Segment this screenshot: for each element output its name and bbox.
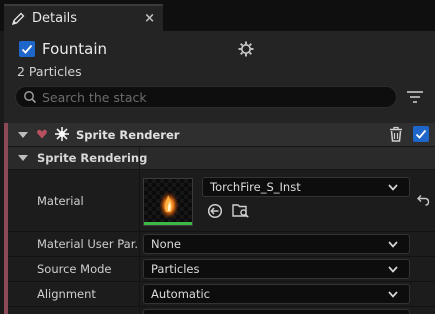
column-divider (139, 232, 140, 256)
emitter-header: Fountain 2 Particles (4, 31, 435, 123)
property-label: Material (37, 194, 84, 208)
column-divider (139, 147, 140, 169)
checkmark-icon (21, 44, 33, 54)
property-label: Material User Par... (37, 237, 137, 251)
chevron-down-icon (388, 241, 398, 248)
category-sprite-rendering[interactable]: Sprite Rendering (8, 147, 435, 169)
column-divider (139, 307, 140, 314)
property-label: Source Mode (37, 262, 112, 276)
column-divider (139, 282, 140, 306)
module-header[interactable]: Sprite Renderer (8, 123, 435, 146)
tab-details[interactable]: Details × (4, 4, 163, 31)
filter-icon[interactable] (406, 89, 424, 105)
source-mode-dropdown[interactable]: Particles (143, 259, 410, 279)
alignment-dropdown[interactable]: Automatic (143, 284, 410, 304)
dropdown-value: Particles (151, 262, 200, 276)
renderer-heart-icon (37, 129, 47, 139)
close-tab-button[interactable]: × (144, 11, 155, 26)
browse-asset-icon[interactable] (232, 202, 250, 219)
use-selected-asset-icon[interactable] (207, 203, 223, 219)
search-box[interactable] (15, 86, 397, 108)
tab-bar: Details × (0, 0, 435, 31)
search-icon (24, 91, 37, 104)
next-row-dropdown[interactable] (143, 309, 410, 314)
sprite-burst-icon (55, 127, 69, 141)
category-label: Sprite Rendering (37, 151, 148, 165)
material-value: TorchFire_S_Inst (210, 180, 301, 194)
module-enabled-checkbox[interactable] (413, 126, 429, 142)
fire-thumbnail-image (144, 179, 192, 224)
column-divider (139, 257, 140, 281)
chevron-down-icon (388, 184, 398, 191)
dropdown-value: Automatic (151, 287, 210, 301)
module-title: Sprite Renderer (76, 128, 180, 142)
material-user-param-dropdown[interactable]: None (143, 234, 410, 254)
column-divider (139, 170, 140, 231)
checkmark-icon (415, 129, 427, 139)
pencil-icon (11, 12, 25, 25)
tab-title: Details (32, 11, 78, 26)
chevron-down-icon (388, 291, 398, 298)
reset-to-default-icon[interactable] (417, 194, 430, 206)
emitter-name: Fountain (42, 40, 108, 58)
search-input[interactable] (42, 89, 382, 105)
gear-icon[interactable] (237, 40, 255, 58)
category-collapse-arrow-icon[interactable] (18, 155, 28, 161)
property-label: Alignment (37, 287, 96, 301)
material-thumbnail[interactable] (143, 178, 193, 226)
particle-count: 2 Particles (17, 64, 82, 79)
trash-icon[interactable] (389, 126, 403, 142)
thumbnail-asset-bar (144, 222, 192, 225)
chevron-down-icon (388, 266, 398, 273)
material-dropdown[interactable]: TorchFire_S_Inst (202, 177, 410, 197)
emitter-enabled-checkbox[interactable] (19, 41, 35, 57)
collapse-arrow-icon[interactable] (18, 132, 28, 138)
dropdown-value: None (151, 237, 182, 251)
